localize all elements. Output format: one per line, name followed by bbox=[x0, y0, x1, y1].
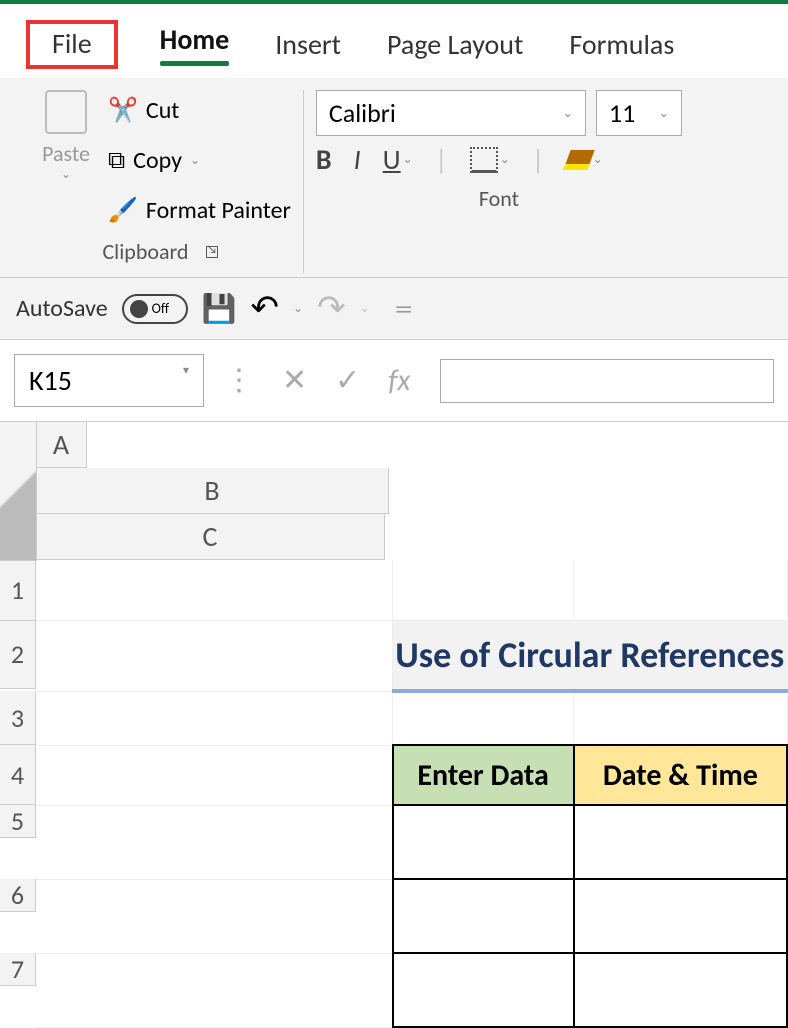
save-button[interactable]: 💾 bbox=[202, 291, 237, 326]
group-font: Calibri⌄ 11⌄ B I U⌄ | ⌄ | ⌄ Font bbox=[304, 90, 694, 273]
copy-button[interactable]: ⧉Copy⌄ bbox=[108, 140, 291, 180]
chevron-down-icon: ⌄ bbox=[61, 167, 71, 182]
chevron-down-icon: ⌄ bbox=[659, 106, 669, 121]
scissors-icon: ✂️ bbox=[108, 96, 138, 125]
chevron-down-icon: ⌄ bbox=[190, 153, 200, 168]
cell-b7[interactable] bbox=[393, 953, 574, 1027]
cell-b5[interactable] bbox=[393, 805, 574, 879]
format-painter-button[interactable]: 🖌️Format Painter bbox=[108, 190, 291, 230]
cell-c6[interactable] bbox=[574, 879, 787, 953]
chevron-down-icon: ▾ bbox=[183, 363, 189, 398]
formula-bar-area: K15▾ ⋮ ✕ ✓ fx bbox=[0, 340, 788, 422]
enter-icon[interactable]: ✓ bbox=[327, 362, 368, 399]
tab-insert[interactable]: Insert bbox=[271, 21, 345, 68]
col-header-c[interactable]: C bbox=[37, 514, 385, 560]
quick-access-toolbar: AutoSave Off 💾 ↶ ⌄ ↷ ⌄ ＝ bbox=[0, 278, 788, 340]
row-header[interactable]: 6 bbox=[0, 879, 36, 912]
cut-button[interactable]: ✂️Cut bbox=[108, 90, 291, 130]
toggle-dot bbox=[130, 300, 148, 318]
paint-bucket-icon bbox=[563, 150, 594, 170]
underline-button[interactable]: U⌄ bbox=[383, 142, 413, 177]
font-name-combo[interactable]: Calibri⌄ bbox=[316, 90, 586, 136]
cell-c4[interactable]: Date & Time bbox=[574, 745, 787, 805]
borders-button[interactable]: ⌄ bbox=[470, 147, 510, 173]
italic-button[interactable]: I bbox=[354, 142, 361, 177]
tab-formulas[interactable]: Formulas bbox=[565, 21, 678, 68]
select-all-corner[interactable] bbox=[0, 422, 36, 560]
cell-b6[interactable] bbox=[393, 879, 574, 953]
insert-function-button[interactable]: fx bbox=[380, 362, 418, 399]
row-header[interactable]: 3 bbox=[0, 691, 36, 745]
paste-label: Paste bbox=[42, 140, 90, 167]
row-header[interactable]: 4 bbox=[0, 745, 36, 805]
chevron-down-icon: ⌄ bbox=[403, 152, 413, 167]
paste-button[interactable]: Paste ⌄ bbox=[30, 90, 102, 230]
clipboard-icon bbox=[45, 90, 87, 134]
vertical-dots-icon[interactable]: ⋮ bbox=[216, 362, 262, 399]
chevron-down-icon: ⌄ bbox=[500, 152, 510, 167]
autosave-label: AutoSave bbox=[16, 294, 108, 323]
group-label: Clipboard bbox=[102, 238, 188, 265]
ribbon-tabs: File Home Insert Page Layout Formulas bbox=[0, 4, 788, 78]
undo-button[interactable]: ↶ bbox=[251, 288, 280, 329]
formula-bar[interactable] bbox=[440, 359, 774, 403]
bold-button[interactable]: B bbox=[316, 142, 332, 177]
col-header-b[interactable]: B bbox=[37, 468, 389, 514]
dialog-launcher-icon[interactable] bbox=[206, 246, 218, 258]
cancel-icon[interactable]: ✕ bbox=[274, 362, 315, 399]
group-label: Font bbox=[316, 177, 682, 220]
tab-file[interactable]: File bbox=[26, 20, 118, 69]
autosave-toggle[interactable]: Off bbox=[122, 294, 188, 324]
merged-title-cell[interactable]: Use of Circular References bbox=[393, 621, 787, 692]
group-clipboard: Paste ⌄ ✂️Cut ⧉Copy⌄ 🖌️Format Painter Cl… bbox=[18, 90, 304, 273]
chevron-down-icon[interactable]: ⌄ bbox=[360, 301, 370, 316]
row-header[interactable]: 5 bbox=[0, 805, 36, 838]
cell-c7[interactable] bbox=[574, 953, 787, 1027]
row-header[interactable]: 2 bbox=[0, 621, 36, 689]
chevron-down-icon[interactable]: ⌄ bbox=[293, 301, 303, 316]
name-box[interactable]: K15▾ bbox=[14, 354, 204, 407]
worksheet: A B C 1 2 Use of Circular References 3 4… bbox=[0, 422, 788, 1028]
font-size-combo[interactable]: 11⌄ bbox=[596, 90, 682, 136]
row-header[interactable]: 7 bbox=[0, 953, 36, 986]
tab-home[interactable]: Home bbox=[156, 16, 234, 72]
cell-c5[interactable] bbox=[574, 805, 787, 879]
borders-icon bbox=[470, 147, 498, 173]
ribbon: Paste ⌄ ✂️Cut ⧉Copy⌄ 🖌️Format Painter Cl… bbox=[0, 78, 788, 278]
fill-color-button[interactable]: ⌄ bbox=[567, 150, 603, 170]
row-header[interactable]: 1 bbox=[0, 561, 36, 621]
brush-icon: 🖌️ bbox=[108, 196, 138, 225]
chevron-down-icon: ⌄ bbox=[563, 106, 573, 121]
redo-button[interactable]: ↷ bbox=[317, 288, 346, 329]
col-header-a[interactable]: A bbox=[37, 422, 87, 468]
tab-page-layout[interactable]: Page Layout bbox=[383, 21, 527, 68]
customize-qat-icon[interactable]: ＝ bbox=[394, 294, 414, 323]
cell-b4[interactable]: Enter Data bbox=[393, 745, 574, 805]
chevron-down-icon: ⌄ bbox=[593, 152, 603, 167]
copy-icon: ⧉ bbox=[108, 146, 125, 175]
